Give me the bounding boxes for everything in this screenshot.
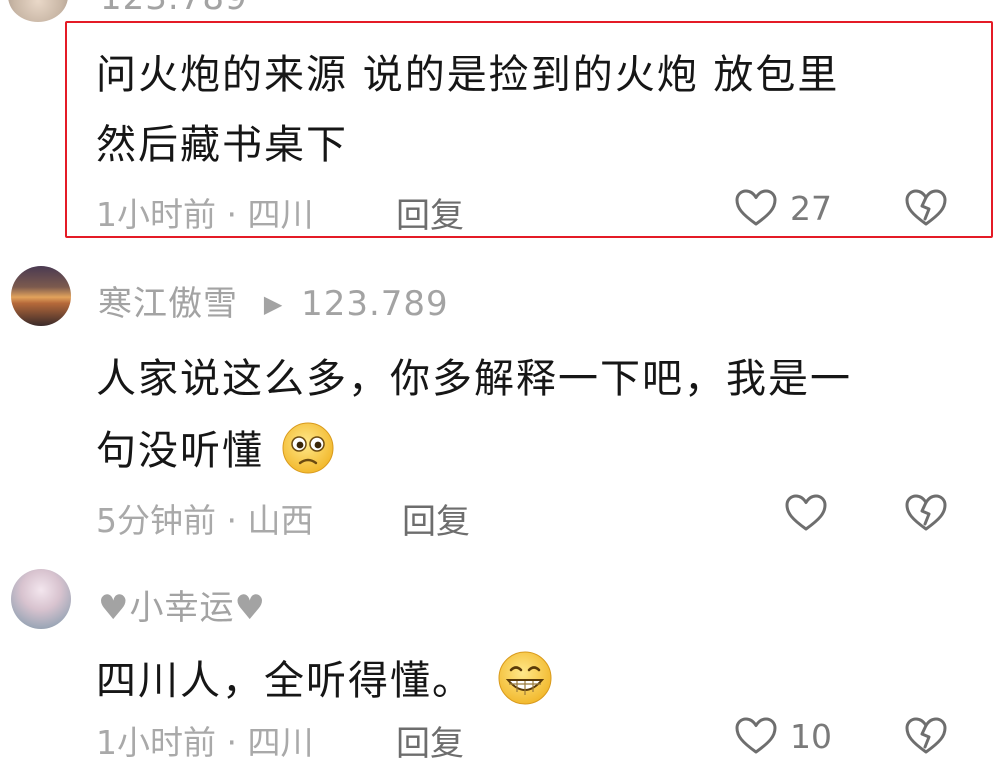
comment-text-line-1: 四川人，全听得懂。 — [96, 648, 553, 716]
comment-text: 句没听懂 — [96, 428, 264, 474]
like-heart-icon[interactable] — [734, 188, 778, 228]
dislike-broken-heart-icon[interactable] — [904, 716, 948, 756]
reply-button[interactable]: 回复 — [396, 188, 464, 237]
comment-meta: 1小时前 · 四川 — [96, 716, 314, 764]
view-count: 123.789 — [100, 0, 248, 18]
meta-separator: · — [226, 723, 238, 762]
comment-location: 四川 — [247, 195, 314, 234]
username: ♥小幸运♥ — [98, 588, 266, 628]
comment-time: 1小时前 — [96, 723, 216, 762]
grinning-face-icon — [497, 650, 553, 716]
comment-text-line-2: 然后藏书桌下 — [96, 122, 348, 168]
username-text: 寒江傲雪 — [98, 284, 238, 324]
comment-time: 5分钟前 — [96, 501, 216, 540]
avatar[interactable] — [8, 0, 68, 22]
comment-location: 山西 — [247, 501, 314, 540]
play-icon: ▶ — [263, 290, 284, 318]
comment-text-line-1: 人家说这么多，你多解释一下吧，我是一 — [96, 356, 852, 402]
confused-face-icon — [281, 421, 335, 485]
meta-separator: · — [226, 501, 238, 540]
comment-time: 1小时前 — [96, 195, 216, 234]
comment-text: 四川人，全听得懂。 — [96, 658, 474, 704]
comment-meta: 5分钟前 · 山西 — [96, 494, 314, 542]
comment-text-line-2: 句没听懂 — [96, 418, 335, 485]
view-count: 123.789 — [301, 284, 449, 324]
comment-text-line-1: 问火炮的来源 说的是捡到的火炮 放包里 — [96, 52, 840, 98]
username: 寒江傲雪 ▶ 123.789 — [98, 276, 449, 325]
reply-button[interactable]: 回复 — [396, 716, 464, 765]
meta-separator: · — [226, 195, 238, 234]
comment-meta: 1小时前 · 四川 — [96, 188, 314, 236]
like-heart-icon[interactable] — [734, 716, 778, 756]
reply-button[interactable]: 回复 — [402, 494, 470, 543]
avatar[interactable] — [11, 569, 71, 629]
comment-location: 四川 — [247, 723, 314, 762]
like-heart-icon[interactable] — [784, 493, 828, 533]
like-count: 27 — [790, 189, 832, 228]
avatar[interactable] — [11, 266, 71, 326]
dislike-broken-heart-icon[interactable] — [904, 188, 948, 228]
dislike-broken-heart-icon[interactable] — [904, 493, 948, 533]
like-count: 10 — [790, 717, 832, 756]
